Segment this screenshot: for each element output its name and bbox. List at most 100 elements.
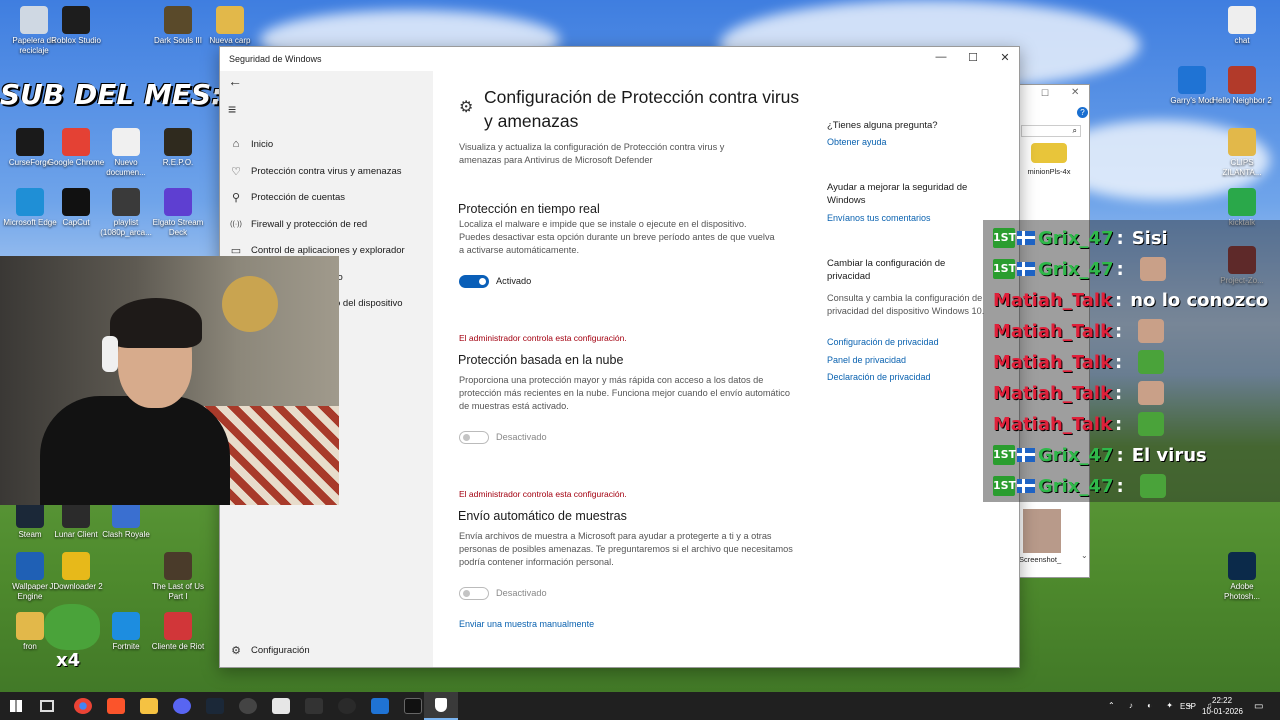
desktop-icon[interactable]: Cliente de Riot [148,612,208,652]
cloud-heading: Protección basada en la nube [458,353,624,367]
chrome-taskbar-icon[interactable] [74,698,92,714]
cloud-toggle-label: Desactivado [496,432,547,442]
desktop-icon[interactable]: Nuevo documen... [96,128,156,178]
privacy-dashboard-link[interactable]: Panel de privacidad [827,355,906,365]
file-thumb-screenshot[interactable] [1023,509,1061,553]
app-icon [20,6,48,34]
subscriber-badge-icon: 1ST [993,476,1016,496]
app-icon [62,128,90,156]
sidebar-item-label: Protección de cuentas [251,191,346,203]
desktop-icon[interactable]: Fortnite [96,612,156,652]
chat-colon: : [1115,320,1123,342]
samples-toggle[interactable] [459,587,489,600]
chat-colon: : [1115,289,1123,311]
chat-message: Matiah_Talk: no lo conozco [993,286,1268,314]
desktop-icon[interactable]: Clash Royale [96,500,156,540]
close-button[interactable]: ✕ [990,51,1019,64]
person-icon: ⚲ [231,191,241,204]
chat-colon: : [1116,444,1124,466]
hamburger-menu-icon[interactable]: ≡ [228,101,236,117]
epic-taskbar-icon[interactable] [404,698,422,714]
shield-icon [435,698,447,712]
language-indicator[interactable]: ESP [1180,702,1196,711]
explorer-search-input[interactable]: ⌕ [1021,125,1081,137]
photos-taskbar-icon[interactable] [371,698,389,714]
desktop-icon[interactable]: Hello Neighbor 2 [1212,66,1272,106]
realtime-toggle[interactable] [459,275,489,288]
maximize-button[interactable]: ☐ [958,51,988,64]
privacy-settings-link[interactable]: Configuración de privacidad [827,337,939,347]
sidebar-item-firewall[interactable]: ((·)) Firewall y protección de red [228,215,367,233]
desktop-icon-label: The Last of Us Part I [151,582,205,601]
explorer-scroll-down[interactable]: ⌄ [1081,551,1088,560]
desktop-icon[interactable]: CLIPS ZILANTA... [1212,128,1272,178]
chat-emote [1139,474,1166,498]
chat-message: 1ST Grix_47: [993,255,1166,283]
desktop-icon[interactable]: R.E.P.O. [148,128,208,168]
clock-time[interactable]: 22:22 [1212,696,1232,705]
start-button[interactable] [10,700,22,712]
desktop-icon[interactable]: playlist (1080p_arca... [96,188,156,238]
wifi-signal-icon: ((·)) [230,220,242,228]
chat-username: Grix_47 [1038,258,1114,280]
notifications-icon[interactable]: ▭ [1254,701,1263,712]
file-thumb-minion[interactable] [1031,143,1067,163]
steam-taskbar-icon[interactable] [206,698,224,714]
desktop-icon[interactable]: Nueva carp [200,6,260,46]
desktop-icon[interactable]: Elgato Stream Deck [148,188,208,238]
desktop-icon[interactable]: chat [1212,6,1272,46]
person-hair [110,298,202,348]
taskbar: ⌃ ♪ ◐ ✦ ⌁ ♫ ESP 22:22 10-01-2026 ▭ [0,692,1280,720]
app-icon [112,188,140,216]
sidebar-item-inicio[interactable]: ⌂ Inicio [228,135,274,153]
sidebar-item-accounts[interactable]: ⚲ Protección de cuentas [228,188,345,206]
file-explorer-taskbar-icon[interactable] [140,698,158,714]
desktop-icon[interactable]: Dark Souls III [148,6,208,46]
clock-date[interactable]: 10-01-2026 [1202,707,1243,716]
back-arrow-icon[interactable]: ← [228,73,242,89]
obs-taskbar-icon[interactable] [338,698,356,714]
realtime-toggle-label: Activado [496,276,532,286]
nvidia-taskbar-icon[interactable] [305,698,323,714]
desktop-icon-label: CLIPS ZILANTA... [1222,158,1262,177]
desktop-icon-label: Hello Neighbor 2 [1212,96,1272,105]
minimize-button[interactable]: — [926,51,956,63]
cloud-toggle[interactable] [459,431,489,444]
recording-taskbar-icon[interactable] [239,698,257,714]
explorer-minimize[interactable]: ☐ [1041,88,1049,99]
desktop-icon[interactable]: JDownloader 2 [46,552,106,592]
app-icon [16,612,44,640]
desktop-icon[interactable]: Roblox Studio [46,6,106,46]
brave-taskbar-icon[interactable] [107,698,125,714]
shield-icon: ♡ [231,165,241,178]
realtime-heading: Protección en tiempo real [458,202,600,216]
desktop-icon[interactable]: The Last of Us Part I [148,552,208,602]
help-icon[interactable]: ? [1077,107,1088,118]
chat-emote [1138,412,1165,436]
discord-taskbar-icon[interactable] [173,698,191,714]
cloud-description: Proporciona una protección mayor y más r… [459,375,790,411]
app-icon [164,6,192,34]
samples-toggle-label: Desactivado [496,588,547,598]
desktop-icon-label: JDownloader 2 [49,582,103,591]
chat-emote [1138,350,1165,374]
person-shirt [40,396,230,505]
sidebar-item-settings[interactable]: ⚙ Configuración [228,641,310,659]
task-view-icon[interactable] [40,700,54,712]
manual-sample-link[interactable]: Enviar una muestra manualmente [459,619,594,629]
settings-gear-icon: ⚙ [459,99,474,116]
explorer-close[interactable]: ✕ [1071,87,1079,98]
feedback-link[interactable]: Envíanos tus comentarios [827,213,931,223]
help-link[interactable]: Obtener ayuda [827,137,887,147]
app-taskbar-icon[interactable] [272,698,290,714]
privacy-statement-link[interactable]: Declaración de privacidad [827,372,931,382]
sidebar-item-virus-protection[interactable]: ♡ Protección contra virus y amenazas [228,162,401,180]
desktop-icon[interactable]: Adobe Photosh... [1212,552,1272,602]
file-label-minion: minionPls-4x [1027,167,1071,176]
sidebar-item-device-performance[interactable]: o del dispositivo [335,294,403,312]
chat-text: no lo conozco [1130,289,1269,311]
desktop-icon-label: Roblox Studio [51,36,101,45]
windows-security-taskbar-icon[interactable] [424,692,458,720]
app-icon [62,552,90,580]
chat-username: Grix_47 [1038,475,1114,497]
